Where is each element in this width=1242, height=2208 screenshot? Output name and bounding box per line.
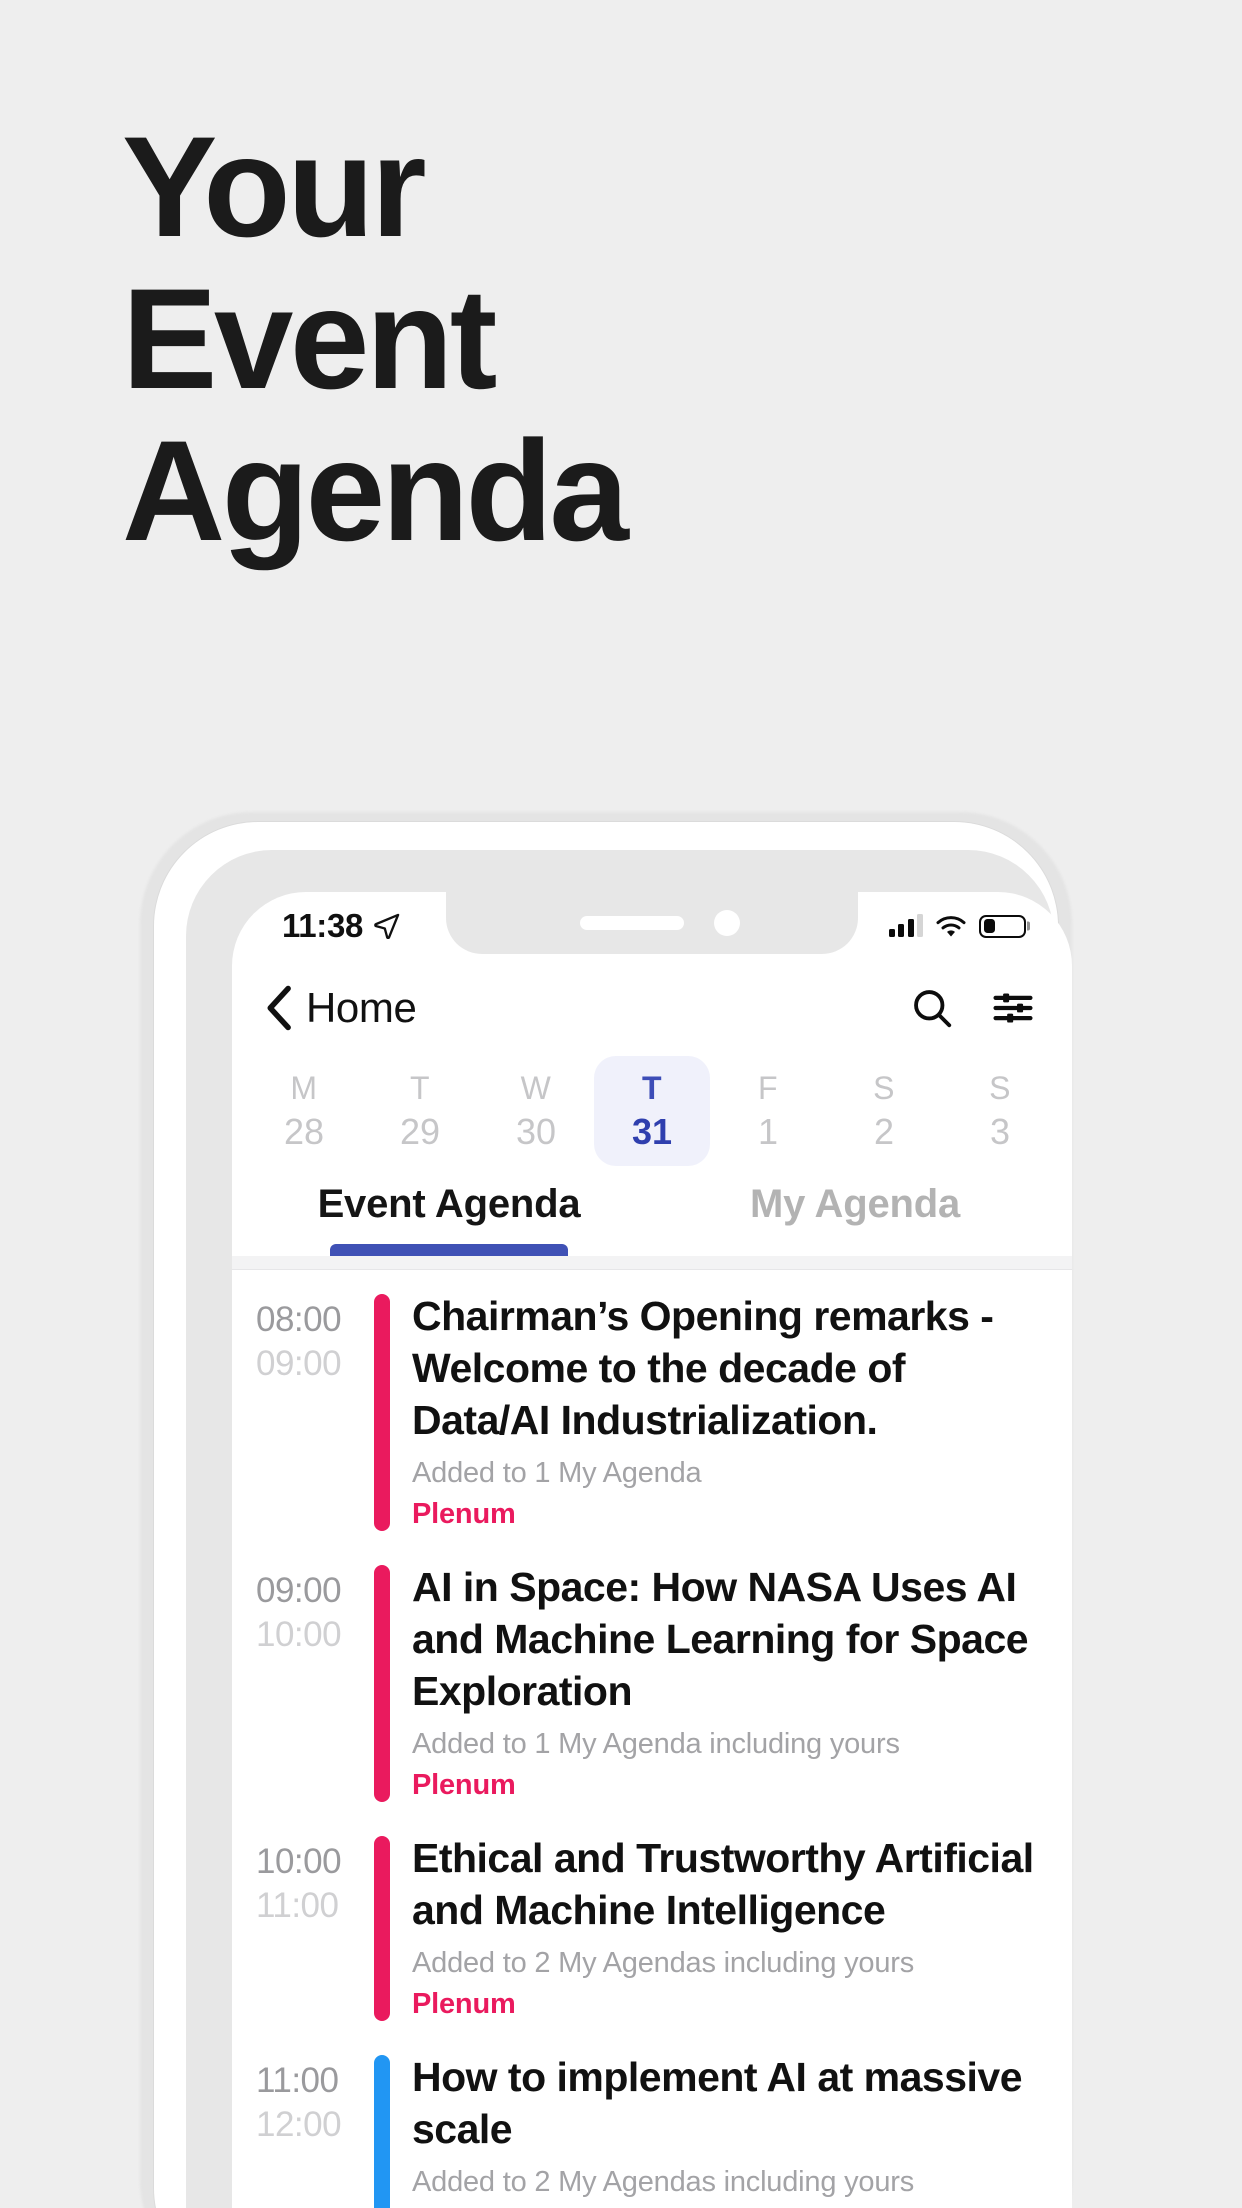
agenda-row-3[interactable]: 11:00 12:00 How to implement AI at massi…: [232, 2037, 1072, 2208]
day-cell-1[interactable]: T 29: [362, 1056, 478, 1166]
agenda-row-time: 11:00 12:00: [256, 2051, 374, 2147]
time-end-label: 09:00: [256, 1344, 342, 1383]
time-start-label: 09:00: [256, 1571, 342, 1610]
app-nav-bar: Home: [232, 960, 1072, 1056]
back-button-label: Home: [306, 984, 417, 1031]
day-cell-6[interactable]: S 3: [942, 1056, 1058, 1166]
stage-color-bar: [374, 1294, 390, 1531]
location-arrow-icon: [374, 913, 400, 940]
session-title: How to implement AI at massive scale: [412, 2054, 1023, 2152]
day-number-label: 31: [631, 1110, 673, 1152]
headline-line-3: Agenda: [122, 412, 629, 571]
session-title: Ethical and Trustworthy Artificial and M…: [412, 1835, 1034, 1933]
stage-color-bar: [374, 1565, 390, 1802]
stage-color-bar: [374, 1836, 390, 2021]
headline-line-1: Your: [122, 108, 427, 267]
day-number-label: 30: [515, 1110, 557, 1152]
tab-active-indicator: [330, 1244, 568, 1256]
session-stage-label: Data Management Stage: [412, 2204, 1046, 2208]
tab-event-agenda[interactable]: Event Agenda: [246, 1166, 652, 1256]
agenda-list: 08:00 09:00 Chairman’s Opening remarks -…: [232, 1270, 1072, 2208]
session-title: Chairman’s Opening remarks - Welcome to …: [412, 1293, 994, 1443]
search-icon[interactable]: [910, 986, 954, 1030]
tabs-divider: [232, 1256, 1072, 1270]
session-stage-label: Plenum: [412, 1498, 516, 1530]
tab-label: My Agenda: [749, 1182, 961, 1226]
day-of-week-label: T: [409, 1069, 431, 1106]
day-number-label: 28: [283, 1110, 325, 1152]
tab-label: Event Agenda: [317, 1182, 581, 1226]
agenda-row-body: Ethical and Trustworthy Artificial and M…: [390, 1832, 1046, 2023]
filter-sliders-icon[interactable]: [990, 986, 1036, 1030]
phone-mockup: 11:38 Home M 28 T 29 W 30 T 31 F 1 S 2 S…: [140, 812, 1072, 2208]
agenda-row-body: AI in Space: How NASA Uses AI and Machin…: [390, 1561, 1046, 1804]
battery-icon: [979, 914, 1030, 938]
session-stage-label: Plenum: [412, 1769, 516, 1801]
cellular-signal-icon: [888, 914, 923, 937]
agenda-row-time: 08:00 09:00: [256, 1290, 374, 1386]
time-start-label: 08:00: [256, 1300, 342, 1339]
chevron-left-icon: [267, 985, 291, 1031]
agenda-row-body: Chairman’s Opening remarks - Welcome to …: [390, 1290, 1046, 1533]
day-of-week-label: S: [873, 1069, 895, 1106]
agenda-row-time: 10:00 11:00: [256, 1832, 374, 1928]
agenda-row-time: 09:00 10:00: [256, 1561, 374, 1657]
day-of-week-label: W: [520, 1069, 552, 1106]
status-bar-time: 11:38: [282, 907, 364, 944]
session-stage-label: Plenum: [412, 1988, 516, 2020]
agenda-row-1[interactable]: 09:00 10:00 AI in Space: How NASA Uses A…: [232, 1547, 1072, 1818]
status-bar-right: [888, 914, 1030, 938]
time-end-label: 12:00: [256, 2105, 342, 2144]
day-cell-4[interactable]: F 1: [710, 1056, 826, 1166]
phone-bezel: 11:38 Home M 28 T 29 W 30 T 31 F 1 S 2 S…: [186, 850, 1072, 2208]
day-of-week-label: S: [989, 1069, 1011, 1106]
day-number-label: 2: [873, 1110, 895, 1152]
agenda-row-body: How to implement AI at massive scale Add…: [390, 2051, 1046, 2208]
headline-line-2: Event: [122, 260, 497, 419]
day-cell-3-selected[interactable]: T 31: [594, 1056, 710, 1166]
agenda-tabs: Event Agenda My Agenda: [232, 1166, 1072, 1256]
day-cell-2[interactable]: W 30: [478, 1056, 594, 1166]
day-cell-5[interactable]: S 2: [826, 1056, 942, 1166]
nav-actions: [910, 986, 1036, 1030]
day-number-label: 3: [989, 1110, 1011, 1152]
session-attendees-meta: Added to 1 My Agenda including yours: [412, 1728, 900, 1760]
phone-screen: 11:38 Home M 28 T 29 W 30 T 31 F 1 S 2 S…: [232, 892, 1072, 2208]
agenda-row-2[interactable]: 10:00 11:00 Ethical and Trustworthy Arti…: [232, 1818, 1072, 2037]
session-attendees-meta: Added to 2 My Agendas including yours: [412, 1947, 915, 1979]
wifi-icon: [936, 915, 966, 936]
status-bar-left: 11:38: [282, 907, 401, 945]
day-of-week-label: T: [641, 1069, 663, 1106]
day-of-week-label: M: [290, 1069, 318, 1106]
day-of-week-label: F: [757, 1069, 779, 1106]
day-number-label: 29: [399, 1110, 441, 1152]
time-start-label: 11:00: [256, 2061, 339, 2100]
stage-color-bar: [374, 2055, 390, 2208]
back-button[interactable]: Home: [260, 982, 417, 1034]
time-end-label: 10:00: [256, 1615, 342, 1654]
page-headline: Your Event Agenda: [122, 112, 1022, 568]
time-end-label: 11:00: [256, 1886, 339, 1925]
phone-body: 11:38 Home M 28 T 29 W 30 T 31 F 1 S 2 S…: [154, 822, 1072, 2208]
day-strip: M 28 T 29 W 30 T 31 F 1 S 2 S 3: [232, 1056, 1072, 1166]
day-number-label: 1: [757, 1110, 779, 1152]
time-start-label: 10:00: [256, 1842, 342, 1881]
session-title: AI in Space: How NASA Uses AI and Machin…: [412, 1564, 1029, 1714]
tab-my-agenda[interactable]: My Agenda: [652, 1166, 1058, 1256]
session-attendees-meta: Added to 1 My Agenda: [412, 1457, 702, 1489]
agenda-row-0[interactable]: 08:00 09:00 Chairman’s Opening remarks -…: [232, 1276, 1072, 1547]
day-cell-0[interactable]: M 28: [246, 1056, 362, 1166]
status-bar: 11:38: [232, 892, 1072, 960]
session-attendees-meta: Added to 2 My Agendas including yours: [412, 2166, 915, 2198]
